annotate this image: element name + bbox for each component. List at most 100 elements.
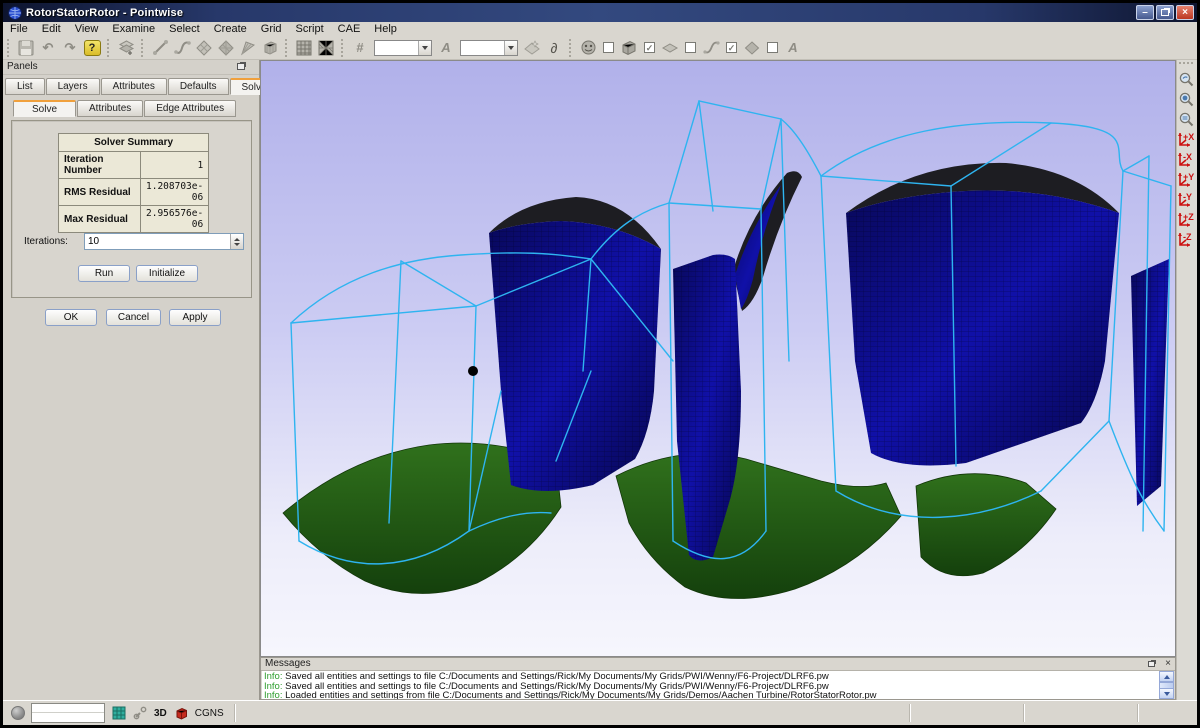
toolbar-grip[interactable] xyxy=(141,39,146,57)
menu-cae[interactable]: CAE xyxy=(331,22,368,36)
toolbar-grip[interactable] xyxy=(1179,62,1193,66)
create-connector-button[interactable] xyxy=(149,37,171,58)
unstructured-grid-mode-button[interactable] xyxy=(315,37,337,58)
restore-button[interactable] xyxy=(1156,5,1174,20)
zoom-undo-button[interactable] xyxy=(1176,69,1197,89)
apply-button[interactable]: Apply xyxy=(169,309,221,326)
domains-visibility-checkbox[interactable] xyxy=(685,42,696,53)
toolbar-grip[interactable] xyxy=(341,39,346,57)
minimize-button[interactable]: – xyxy=(1136,5,1154,20)
menu-help[interactable]: Help xyxy=(367,22,404,36)
tab-attributes[interactable]: Attributes xyxy=(101,78,167,95)
messages-dock-icon[interactable] xyxy=(1148,661,1155,667)
spacings-visibility-checkbox[interactable] xyxy=(767,42,778,53)
menu-create[interactable]: Create xyxy=(207,22,254,36)
show-database-button[interactable] xyxy=(577,37,599,58)
messages-list[interactable]: Info: Saved all entities and settings to… xyxy=(262,671,1160,699)
point-spacing-input[interactable] xyxy=(375,41,418,55)
toolbar-grip[interactable] xyxy=(7,39,12,57)
database-visibility-checkbox[interactable] xyxy=(603,42,614,53)
subtab-solve[interactable]: Solve xyxy=(13,100,76,117)
assemble-entities-button[interactable] xyxy=(115,37,137,58)
dimension-tool-button[interactable]: # xyxy=(349,37,371,58)
view-plus-x-button[interactable]: +X xyxy=(1176,129,1197,149)
iterations-spinner[interactable] xyxy=(230,234,243,249)
show-connectors-button[interactable] xyxy=(700,37,722,58)
cancel-button[interactable]: Cancel xyxy=(106,309,161,326)
iterations-input[interactable] xyxy=(85,234,230,249)
toolbar-grip[interactable] xyxy=(107,39,112,57)
combo-drop-button[interactable] xyxy=(418,41,431,55)
command-entry-field[interactable] xyxy=(31,703,105,723)
zoom-selection-button[interactable] xyxy=(1176,109,1197,129)
menu-script[interactable]: Script xyxy=(289,22,331,36)
messages-close-icon[interactable]: × xyxy=(1165,658,1171,670)
redo-button[interactable]: ↷ xyxy=(59,37,81,58)
show-blocks-button[interactable] xyxy=(618,37,640,58)
create-face-button[interactable] xyxy=(237,37,259,58)
panel-dock-icon[interactable] xyxy=(237,63,245,70)
menu-examine[interactable]: Examine xyxy=(105,22,162,36)
arrow-up-icon xyxy=(1164,675,1170,679)
solve-tool-button[interactable]: ∂ xyxy=(543,37,565,58)
messages-scrollbar[interactable] xyxy=(1159,671,1174,699)
status-pane xyxy=(1023,704,1133,722)
entry-divider xyxy=(32,704,104,713)
menu-file[interactable]: File xyxy=(3,22,35,36)
subtab-attributes[interactable]: Attributes xyxy=(77,100,143,117)
run-button[interactable]: Run xyxy=(78,265,130,282)
menu-edit[interactable]: Edit xyxy=(35,22,68,36)
structured-grid-mode-button[interactable] xyxy=(293,37,315,58)
help-button[interactable]: ? xyxy=(81,37,103,58)
menu-select[interactable]: Select xyxy=(162,22,207,36)
row-label: Iteration Number xyxy=(59,152,141,179)
show-spacings-button[interactable] xyxy=(741,37,763,58)
initialize-domain-button[interactable] xyxy=(521,37,543,58)
menu-grid[interactable]: Grid xyxy=(254,22,289,36)
solver-summary-title: Solver Summary xyxy=(59,134,209,152)
ok-button[interactable]: OK xyxy=(45,309,97,326)
undo-button[interactable]: ↶ xyxy=(37,37,59,58)
view-plus-z-button[interactable]: +Z xyxy=(1176,209,1197,229)
subtab-edge-attributes[interactable]: Edge Attributes xyxy=(144,100,236,117)
angle-tool-button[interactable]: A xyxy=(435,37,457,58)
create-block-button[interactable] xyxy=(259,37,281,58)
create-domain-unstructured-button[interactable] xyxy=(215,37,237,58)
connectors-visibility-checkbox[interactable]: ✓ xyxy=(726,42,737,53)
save-button[interactable] xyxy=(15,37,37,58)
blocks-visibility-checkbox[interactable]: ✓ xyxy=(644,42,655,53)
close-button[interactable]: × xyxy=(1176,5,1194,20)
angle-input[interactable] xyxy=(461,41,504,55)
combo-drop-button[interactable] xyxy=(504,41,517,55)
toolbar-grip[interactable] xyxy=(285,39,290,57)
toolbar-grip[interactable] xyxy=(569,39,574,57)
selected-point-marker[interactable] xyxy=(468,366,478,376)
tab-list[interactable]: List xyxy=(5,78,45,95)
viewport-3d[interactable] xyxy=(260,60,1176,657)
show-domains-button[interactable] xyxy=(659,37,681,58)
zoom-globe-icon xyxy=(1178,91,1195,108)
view-minus-z-button[interactable]: -Z xyxy=(1176,229,1197,249)
unstructured-domain-icon xyxy=(217,39,235,57)
viewport-canvas[interactable] xyxy=(261,61,1175,656)
scroll-down-button[interactable] xyxy=(1159,688,1174,699)
point-spacing-combo[interactable] xyxy=(374,40,432,56)
angle-combo[interactable] xyxy=(460,40,518,56)
zoom-extents-button[interactable] xyxy=(1176,89,1197,109)
zoom-undo-icon xyxy=(1178,71,1195,88)
scroll-up-button[interactable] xyxy=(1159,671,1174,682)
view-plus-y-button[interactable]: +Y xyxy=(1176,169,1197,189)
tab-defaults[interactable]: Defaults xyxy=(168,78,229,95)
view-minus-x-button[interactable]: -X xyxy=(1176,149,1197,169)
axis-plus-x-icon: +X xyxy=(1176,130,1197,149)
svg-text:+Z: +Z xyxy=(1183,212,1194,222)
view-minus-y-button[interactable]: -Y xyxy=(1176,189,1197,209)
tab-layers[interactable]: Layers xyxy=(46,78,100,95)
menu-view[interactable]: View xyxy=(68,22,106,36)
iterations-combo[interactable] xyxy=(84,233,244,250)
display-angle-button[interactable]: A xyxy=(782,37,804,58)
create-domain-structured-button[interactable] xyxy=(193,37,215,58)
initialize-button[interactable]: Initialize xyxy=(136,265,198,282)
row-value: 2.956576e-06 xyxy=(141,206,209,233)
create-curve-button[interactable] xyxy=(171,37,193,58)
